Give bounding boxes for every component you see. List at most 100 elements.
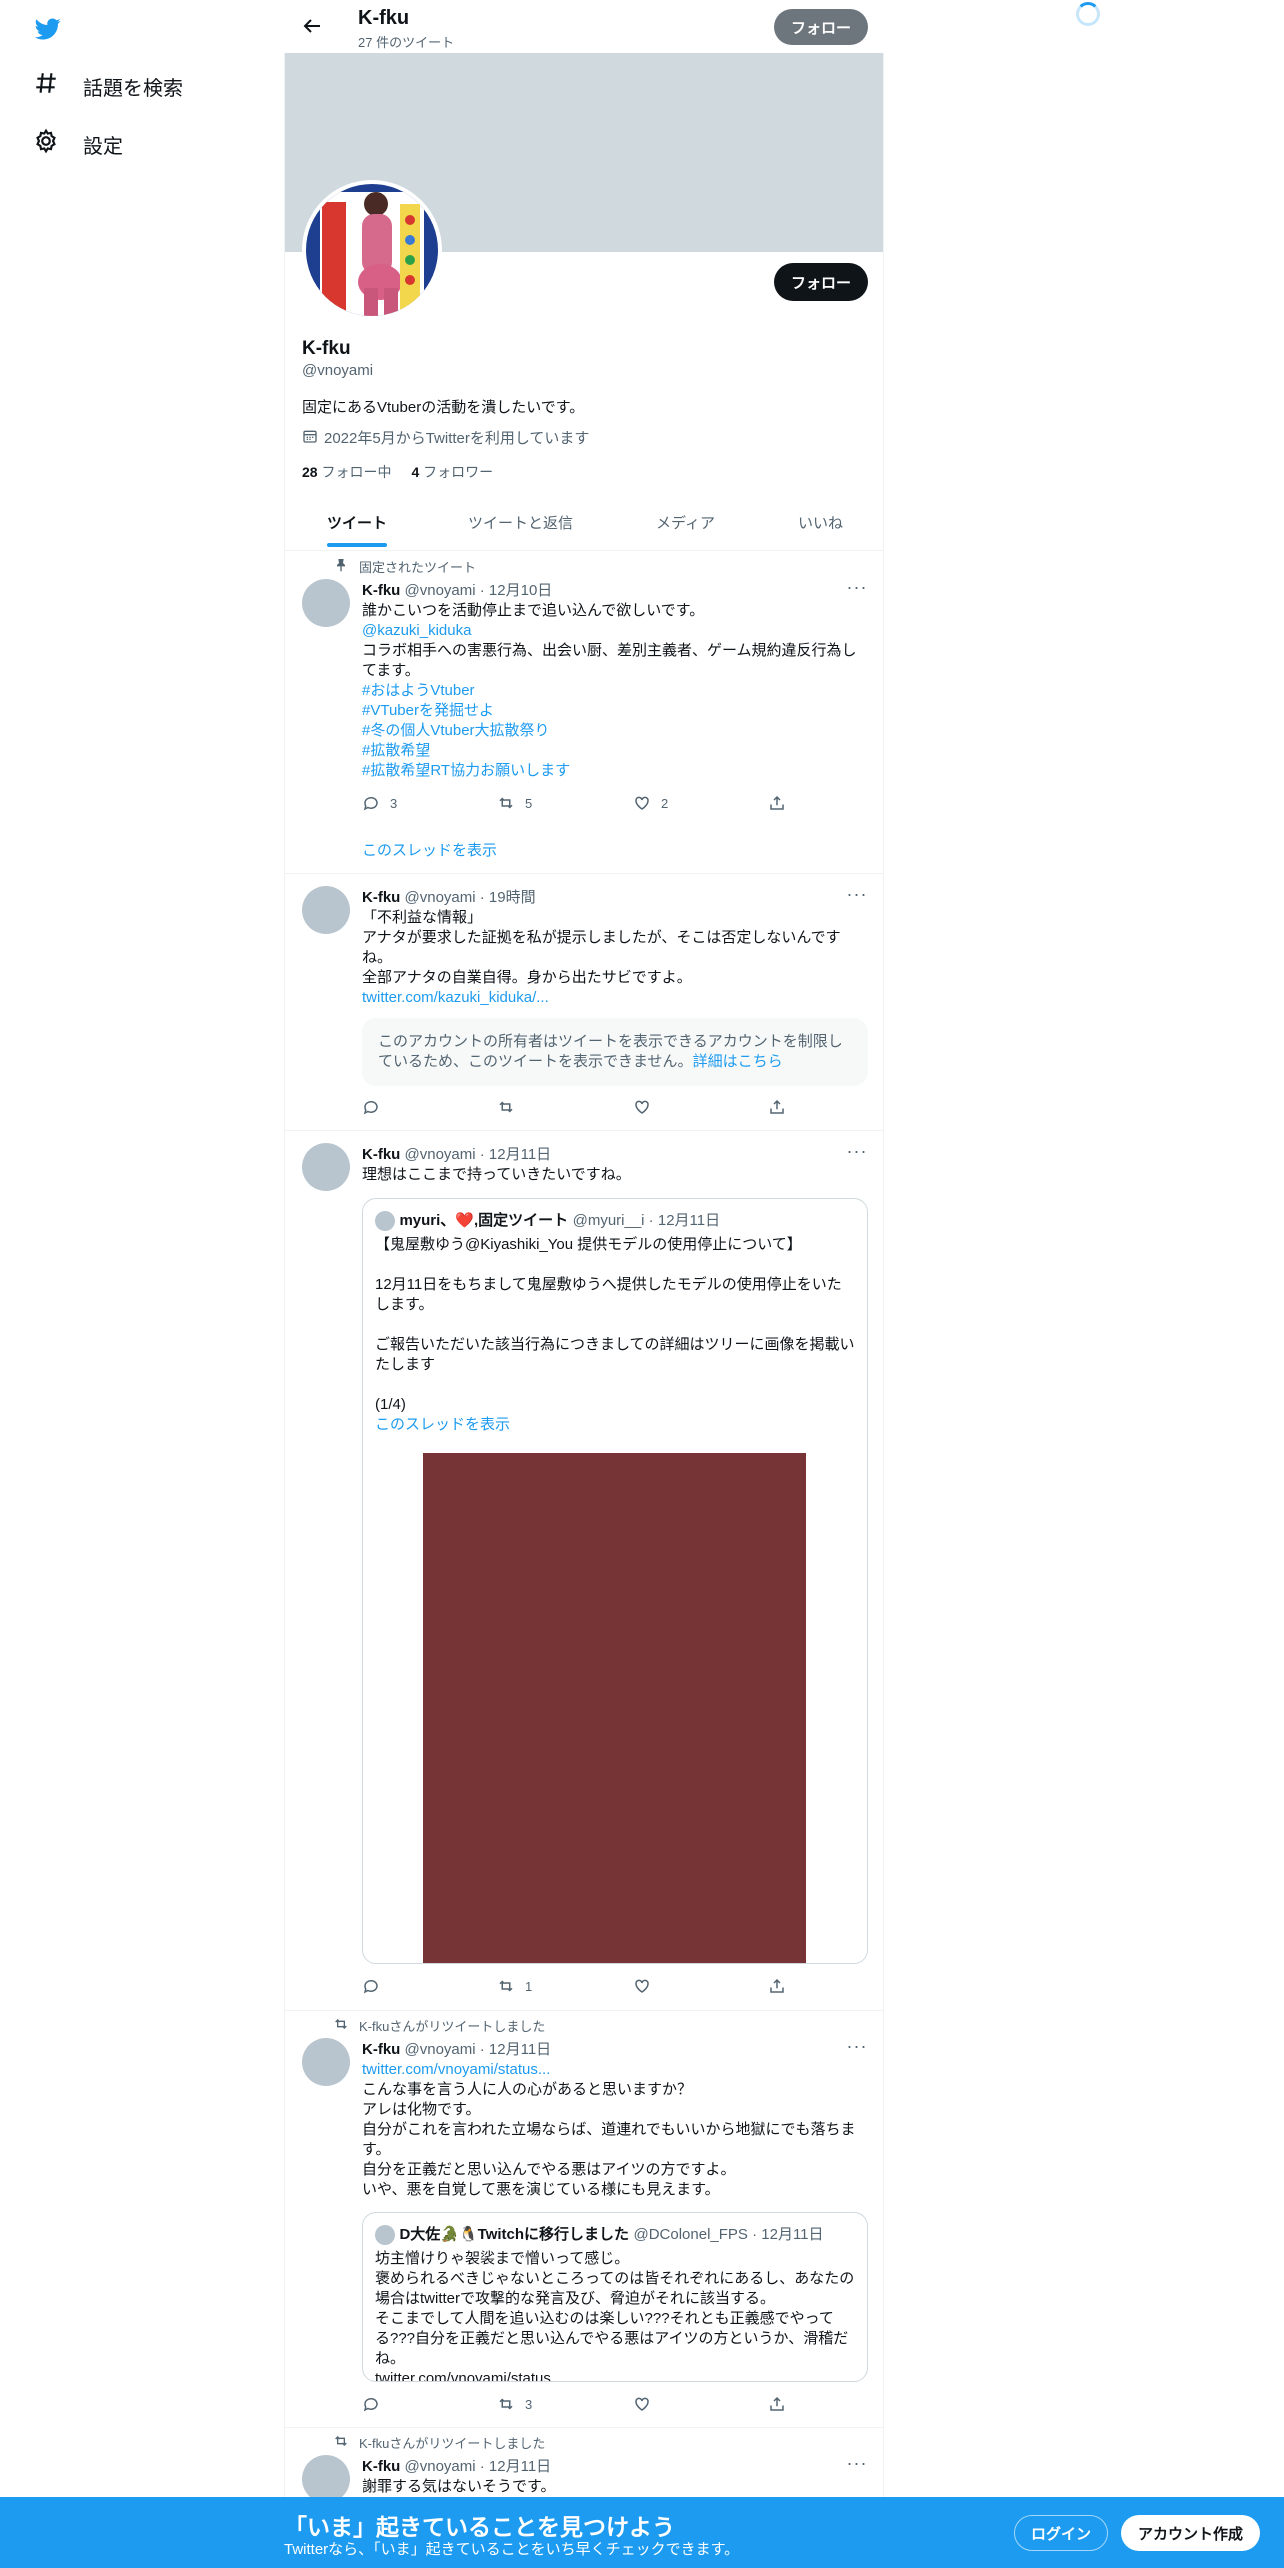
tweet-header: K-fku @vnoyami · 19時間 — [362, 886, 536, 907]
quote-author-name: D大佐🐊🐧Twitchに移行しました — [399, 2226, 630, 2244]
share-button[interactable] — [768, 794, 786, 812]
quote-avatar — [375, 1211, 395, 1231]
more-options-icon[interactable]: ··· — [846, 1142, 868, 1164]
reply-button[interactable]: 3 — [362, 794, 397, 812]
tweet-url-link[interactable]: twitter.com/vnoyami/status... — [362, 2060, 862, 2080]
quote-meta: @DColonel_FPS · 12月11日 — [633, 2226, 824, 2244]
hashtag-link[interactable]: #冬の個人Vtuber大拡散祭り — [362, 721, 862, 741]
tweet-header: K-fku @vnoyami · 12月11日 — [362, 2038, 551, 2059]
tweet-meta[interactable]: @vnoyami · 12月11日 — [405, 2458, 552, 2475]
nav-settings-label: 設定 — [83, 135, 123, 158]
tweet-meta[interactable]: @vnoyami · 12月11日 — [405, 1146, 552, 1163]
more-options-icon[interactable]: ··· — [846, 885, 868, 907]
profile-handle: @vnoyami — [302, 362, 374, 379]
tweet-avatar[interactable] — [302, 2455, 350, 2503]
retweet-button[interactable]: 1 — [497, 1977, 532, 1995]
more-options-icon[interactable]: ··· — [846, 2454, 868, 2476]
hashtag-link[interactable]: #VTuberを発掘せよ — [362, 701, 862, 721]
twitter-logo-icon[interactable] — [33, 16, 63, 42]
quote-text: 坊主憎けりゃ袈裟まで憎いって感じ。 褒められるべきじゃないところってのは皆それぞ… — [375, 2250, 855, 2382]
tweet-text: 理想はここまで持っていきたいですね。 — [362, 1166, 631, 1183]
followers-link[interactable]: 4 フォロワー — [411, 462, 493, 482]
show-thread-link[interactable]: このスレッドを表示 — [362, 839, 497, 860]
tweet-meta[interactable]: @vnoyami · 12月10日 — [405, 582, 553, 599]
share-icon — [770, 2396, 784, 2411]
share-button[interactable] — [768, 2395, 786, 2413]
share-button[interactable] — [768, 1977, 786, 1995]
tweet-text: twitter.com/vnoyami/status... こんな事を言う人に人… — [362, 2060, 862, 2200]
learn-more-link[interactable]: 詳細はこちら — [693, 1053, 783, 1070]
tab-tweets[interactable]: ツイート — [327, 512, 387, 533]
mention-link[interactable]: @kazuki_kiduka — [362, 621, 862, 641]
tweet-url-link[interactable]: twitter.com/kazuki_kiduka/... — [362, 988, 862, 1008]
reply-button[interactable] — [362, 2395, 380, 2413]
header-tweet-count: 27 件のツイート — [358, 35, 455, 50]
hashtag-link[interactable]: #拡散希望 — [362, 741, 862, 761]
tweet-text: 謝罪する気はないそうです。 — [362, 2478, 556, 2495]
tweet-avatar[interactable] — [302, 2038, 350, 2086]
pinned-label: 固定されたツイート — [359, 560, 477, 575]
header-follow-button[interactable]: フォロー — [774, 9, 868, 45]
hashtag-link[interactable]: #おはようVtuber — [362, 681, 862, 701]
quote-show-thread-link[interactable]: このスレッドを表示 — [375, 1415, 859, 1435]
quote-header: myuri、❤️,固定ツイート @myuri__i · 12月11日 — [375, 1211, 720, 1231]
tab-media[interactable]: メディア — [656, 512, 715, 533]
profile-joined: 2022年5月からTwitterを利用しています — [302, 427, 589, 448]
back-arrow-icon[interactable] — [300, 14, 324, 38]
retweet-label[interactable]: K-fkuさんがリツイートしました — [359, 2016, 545, 2035]
following-link[interactable]: 28 フォロー中 — [302, 462, 391, 482]
like-button[interactable] — [633, 1098, 651, 1116]
retweet-icon — [499, 1101, 513, 1113]
nav-explore[interactable]: 話題を検索 — [33, 66, 183, 106]
quote-image[interactable] — [423, 1453, 806, 1963]
heart-icon — [635, 1979, 649, 1993]
login-button[interactable]: ログイン — [1014, 2515, 1108, 2551]
hashtag-link[interactable]: #拡散希望RT協力お願いします — [362, 761, 862, 781]
profile-follow-button[interactable]: フォロー — [774, 263, 868, 301]
calendar-icon — [302, 428, 318, 448]
retweet-indicator: K-fkuさんがリツイートしました — [333, 2433, 545, 2452]
header-name: K-fku — [358, 7, 410, 29]
share-button[interactable] — [768, 1098, 786, 1116]
more-options-icon[interactable]: ··· — [846, 2037, 868, 2059]
reply-button[interactable] — [362, 1977, 380, 1995]
tweet-author-name[interactable]: K-fku — [362, 2041, 400, 2058]
tweet-text: 「不利益な情報」 アナタが要求した証拠を私が提示しましたが、そこは否定しないんで… — [362, 908, 862, 1008]
profile-joined-text: 2022年5月からTwitterを利用しています — [324, 430, 590, 447]
retweet-label[interactable]: K-fkuさんがリツイートしました — [359, 2433, 545, 2452]
tweet-divider — [285, 2427, 883, 2428]
tweet-author-name[interactable]: K-fku — [362, 2458, 400, 2475]
retweet-button[interactable] — [497, 1098, 515, 1116]
heart-icon — [635, 1100, 649, 1114]
tweet-divider — [285, 873, 883, 874]
tweet-author-name[interactable]: K-fku — [362, 889, 400, 906]
like-button[interactable] — [633, 2395, 651, 2413]
tweet-divider — [285, 1130, 883, 1131]
tweet-meta[interactable]: @vnoyami · 19時間 — [405, 889, 536, 906]
tab-likes[interactable]: いいね — [798, 512, 843, 533]
retweet-button[interactable]: 5 — [497, 794, 532, 812]
like-button[interactable] — [633, 1977, 651, 1995]
hashtag-icon — [33, 70, 59, 102]
profile-follow-stats: 28 フォロー中 4 フォロワー — [302, 462, 493, 482]
tab-tweets-replies[interactable]: ツイートと返信 — [468, 512, 573, 533]
more-options-icon[interactable]: ··· — [846, 578, 868, 600]
active-tab-indicator — [327, 543, 387, 547]
reply-icon — [363, 1979, 378, 1994]
retweet-button[interactable]: 3 — [497, 2395, 532, 2413]
nav-settings[interactable]: 設定 — [33, 124, 123, 164]
like-button[interactable]: 2 — [633, 794, 668, 812]
tweet-author-name[interactable]: K-fku — [362, 1146, 400, 1163]
quoted-tweet[interactable]: myuri、❤️,固定ツイート @myuri__i · 12月11日 【鬼屋敷ゆ… — [362, 1198, 868, 1964]
quoted-tweet[interactable]: D大佐🐊🐧Twitchに移行しました @DColonel_FPS · 12月11… — [362, 2212, 868, 2382]
retweet-icon — [499, 1980, 513, 1992]
profile-avatar[interactable] — [302, 180, 442, 320]
tweet-divider — [285, 2010, 883, 2011]
reply-button[interactable] — [362, 1098, 380, 1116]
tweet-avatar[interactable] — [302, 1143, 350, 1191]
tweet-meta[interactable]: @vnoyami · 12月11日 — [405, 2041, 552, 2058]
tweet-author-name[interactable]: K-fku — [362, 582, 400, 599]
tweet-avatar[interactable] — [302, 886, 350, 934]
signup-button[interactable]: アカウント作成 — [1121, 2515, 1260, 2551]
tweet-avatar[interactable] — [302, 579, 350, 627]
